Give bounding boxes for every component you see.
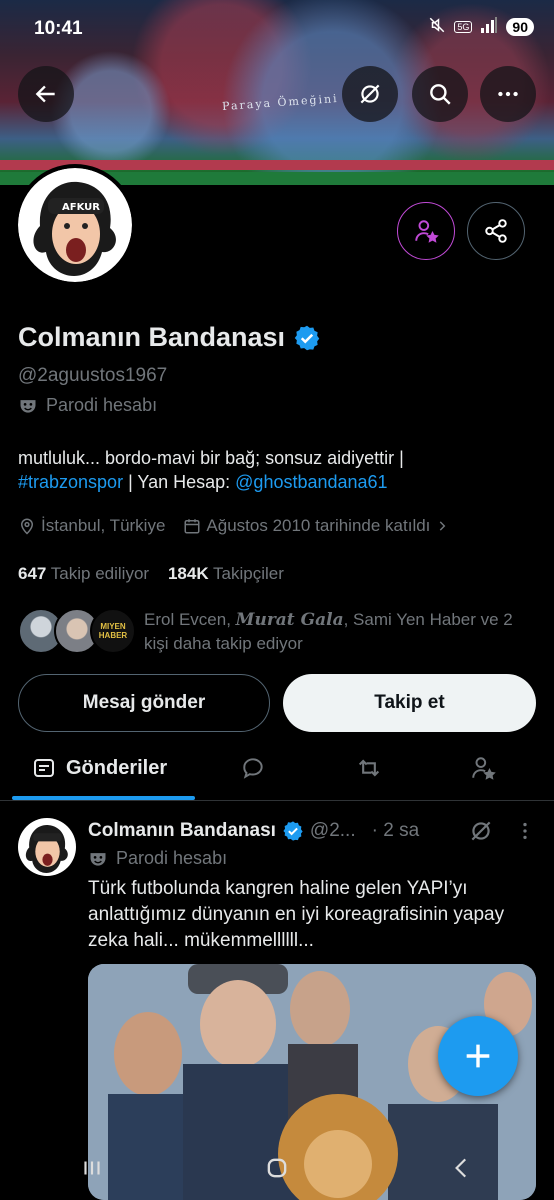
tabs-divider	[0, 800, 554, 801]
bio-hashtag-link[interactable]: #trabzonspor	[18, 472, 123, 492]
repost-icon	[358, 759, 380, 777]
grok-icon	[471, 821, 491, 841]
more-options-button[interactable]	[480, 66, 536, 122]
parody-text: Parodi hesabı	[46, 395, 158, 415]
avatar-image: AFKUR	[18, 168, 132, 282]
bio-text-1: mutluluk... bordo-mavi bir bağ; sonsuz a…	[18, 448, 404, 468]
chevron-right-icon	[440, 521, 446, 531]
search-button[interactable]	[412, 66, 468, 122]
parody-label: Parodi hesabı	[18, 395, 157, 416]
post-grok-button[interactable]	[468, 818, 494, 849]
search-icon	[430, 84, 451, 105]
profile-meta: İstanbul, Türkiye Ağustos 2010 tarihinde…	[18, 516, 449, 536]
subscribe-button[interactable]	[397, 202, 455, 260]
post-text: Türk futbolunda kangren haline gelen YAP…	[88, 878, 505, 951]
message-button[interactable]: Mesaj gönder	[18, 674, 270, 732]
more-horizontal-icon	[498, 91, 518, 97]
mute-icon	[428, 16, 446, 37]
recent-apps-icon	[84, 1161, 100, 1174]
system-navigation-bar	[0, 1140, 554, 1200]
following-link[interactable]: 647 Takip ediliyor	[18, 564, 149, 583]
followers-you-know-text[interactable]: Erol Evcen, Murat Gala, Sami Yen Haber v…	[144, 608, 534, 655]
location-pin-icon	[20, 518, 34, 535]
system-back-button[interactable]	[449, 1155, 475, 1186]
joined-text: Ağustos 2010 tarihinde katıldı	[206, 516, 431, 535]
follow-button[interactable]: Takip et	[283, 674, 536, 732]
tab-posts-label: Gönderiler	[66, 756, 168, 779]
bio-text-2: | Yan Hesap:	[123, 472, 236, 492]
following-label: Takip ediliyor	[50, 564, 150, 583]
posts-icon	[34, 759, 54, 777]
grok-icon	[360, 84, 380, 104]
avatar-bandana-text: AFKUR	[62, 202, 100, 213]
bio-mention-link[interactable]: @ghostbandana61	[235, 472, 387, 492]
post-parody-label: Parodi hesabı	[88, 848, 227, 869]
arrow-left-icon	[35, 85, 55, 103]
post-parody-text: Parodi hesabı	[116, 848, 228, 868]
compose-post-button[interactable]	[438, 1016, 518, 1096]
status-bar: 10:41 5G 90	[0, 16, 554, 46]
more-vertical-icon	[523, 822, 527, 840]
share-icon	[485, 219, 507, 243]
back-button[interactable]	[18, 66, 74, 122]
followers-link[interactable]: 184K Takipçiler	[168, 564, 284, 583]
profile-bio: mutluluk... bordo-mavi bir bağ; sonsuz a…	[18, 446, 538, 494]
follow-counts: 647 Takip ediliyor 184K Takipçiler	[18, 564, 284, 584]
followed-by-2: Murat Gala	[235, 610, 344, 630]
post-author-avatar[interactable]	[18, 818, 76, 876]
tab-reposts[interactable]	[355, 742, 383, 794]
joined-date[interactable]: Ağustos 2010 tarihinde katıldı	[183, 516, 449, 536]
post-time: · 2 sa	[371, 820, 420, 841]
profile-tabs: Gönderiler	[0, 742, 554, 800]
post-author-handle: @2...	[309, 820, 356, 841]
mask-icon	[20, 399, 36, 413]
home-icon	[267, 1158, 287, 1177]
tab-posts[interactable]: Gönderiler	[32, 742, 167, 794]
mini-avatar-text: MIYEN HABER	[98, 622, 128, 640]
signal-icon	[480, 17, 498, 36]
share-button[interactable]	[467, 202, 525, 260]
tab-replies[interactable]	[240, 742, 266, 794]
person-star-icon	[415, 220, 439, 243]
calendar-icon	[184, 519, 200, 534]
network-badge: 5G	[454, 20, 473, 33]
back-chevron-icon	[455, 1158, 467, 1177]
post-header: Colmanın Bandanası @2... · 2 sa	[88, 820, 419, 842]
location: İstanbul, Türkiye	[18, 516, 165, 536]
followers-label: Takipçiler	[213, 564, 284, 583]
status-time: 10:41	[34, 18, 83, 39]
tab-subscriptions[interactable]	[470, 742, 496, 794]
status-icons: 5G 90	[428, 16, 534, 37]
profile-name-text: Colmanın Bandanası	[18, 322, 286, 352]
followed-by-1: Erol Evcen,	[144, 610, 236, 629]
grok-button[interactable]	[342, 66, 398, 122]
profile-name: Colmanın Bandanası	[18, 322, 321, 353]
post-more-button[interactable]	[514, 820, 536, 847]
person-star-icon	[472, 757, 496, 780]
followers-count: 184K	[167, 564, 209, 583]
home-button[interactable]	[263, 1154, 291, 1187]
profile-handle: @2aguustos1967	[18, 365, 168, 386]
verified-badge-icon	[283, 821, 303, 841]
verified-badge-icon	[294, 325, 320, 350]
following-count: 647	[18, 564, 47, 583]
location-text: İstanbul, Türkiye	[41, 516, 166, 535]
post-author-name[interactable]: Colmanın Bandanası	[88, 820, 276, 842]
recent-apps-button[interactable]	[79, 1155, 105, 1186]
plus-icon	[466, 1044, 490, 1068]
profile-avatar[interactable]: AFKUR	[14, 164, 136, 286]
battery-indicator: 90	[506, 17, 534, 36]
reply-bubble-icon	[243, 758, 263, 779]
mask-icon	[90, 852, 106, 866]
mini-avatar: MIYEN HABER	[90, 608, 136, 654]
